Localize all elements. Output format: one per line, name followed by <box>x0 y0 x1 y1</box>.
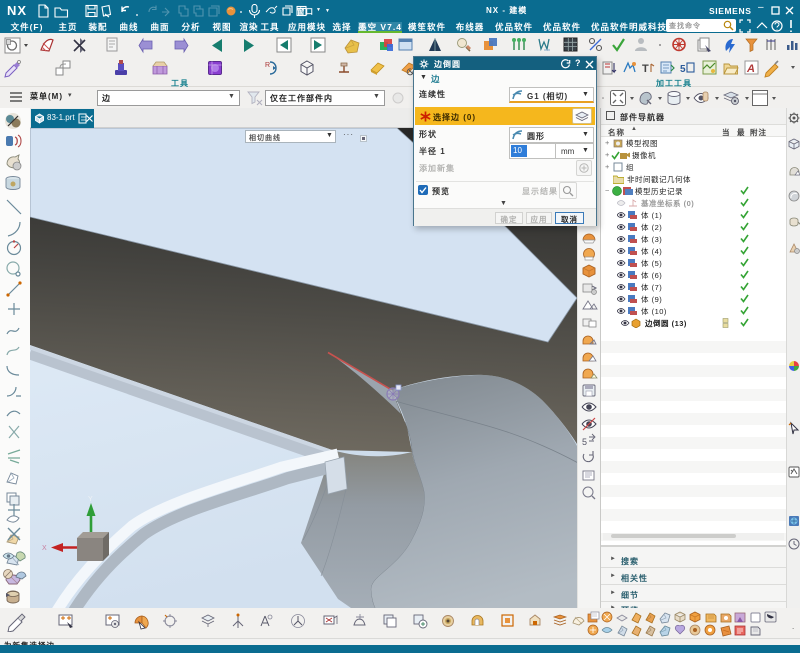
svg-text:T: T <box>642 63 649 75</box>
svg-text:5: 5 <box>582 437 587 447</box>
svg-text:A: A <box>746 63 755 75</box>
svg-text:5: 5 <box>680 64 686 75</box>
svg-text:X: X <box>42 545 47 552</box>
svg-text:R: R <box>265 62 270 69</box>
svg-text:Y: Y <box>88 496 93 503</box>
